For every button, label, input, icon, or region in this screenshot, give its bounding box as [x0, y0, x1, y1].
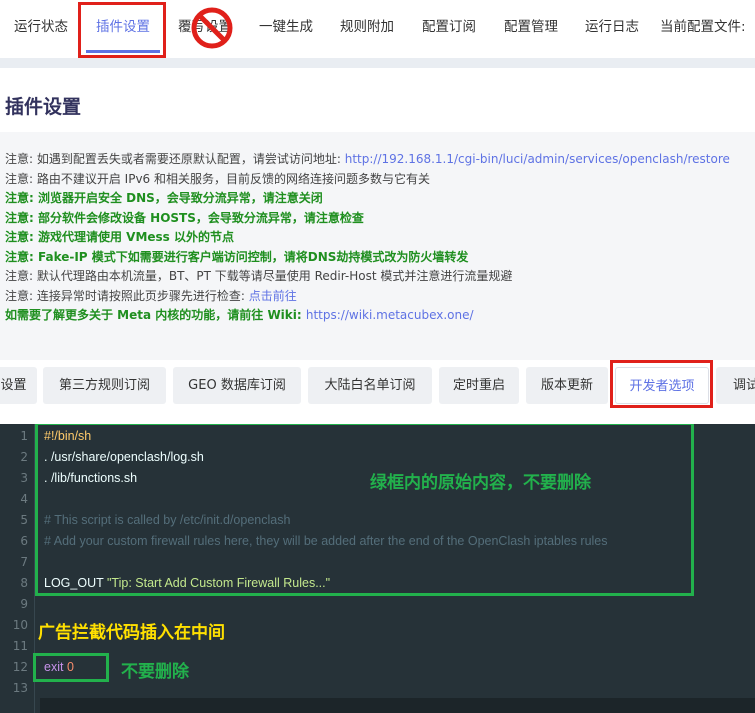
line-number: 7 [20, 555, 28, 569]
code-editor[interactable]: 1 2 3 4 5 6 7 8 9 10 11 12 13 #!/bin/sh … [0, 424, 755, 713]
tab-config-management[interactable]: 配置管理 [504, 0, 558, 54]
subtab-debug[interactable]: 调试 [716, 367, 755, 404]
tab-running-status[interactable]: 运行状态 [14, 0, 68, 54]
notice-item: 如需要了解更多关于 Meta 内核的功能，请前往 Wiki: https://w… [5, 308, 474, 322]
notice-item: 注意: 浏览器开启安全 DNS，会导致分流异常，请注意关闭 [5, 191, 323, 205]
notice-item: 注意: 游戏代理请使用 VMess 以外的节点 [5, 230, 234, 244]
red-highlight-developer-options [610, 360, 713, 408]
notice-item: 注意: Fake-IP 模式下如需要进行客户端访问控制，请将DNS劫持模式改为防… [5, 249, 469, 264]
red-highlight-plugin-settings [78, 2, 166, 58]
notice-list: 注意: 如遇到配置丢失或者需要还原默认配置，请尝试访问地址: http://19… [5, 150, 753, 326]
line-number: 4 [20, 492, 28, 506]
line-number: 10 [12, 618, 28, 632]
subtab-scheduled-restart[interactable]: 定时重启 [439, 367, 519, 404]
tab-one-click-generate[interactable]: 一键生成 [259, 0, 313, 54]
tab-current-config-file[interactable]: 当前配置文件: [660, 0, 746, 54]
subtab-settings[interactable]: 设置 [0, 367, 37, 404]
line-number: 12 [12, 660, 28, 674]
prohibited-icon [191, 7, 233, 49]
notice-item: 注意: 路由不建议开启 IPv6 和相关服务，目前反馈的网络连接问题多数与它有关 [5, 171, 431, 186]
green-highlight-original-content [35, 424, 694, 596]
tab-rule-append[interactable]: 规则附加 [340, 0, 394, 54]
annotation-insert-position: 广告拦截代码插入在中间 [38, 623, 225, 643]
subtab-version-update[interactable]: 版本更新 [526, 367, 608, 404]
wiki-link[interactable]: https://wiki.metacubex.one/ [306, 308, 474, 322]
page-title: 插件设置 [5, 96, 82, 118]
tab-config-subscription[interactable]: 配置订阅 [422, 0, 476, 54]
subtab-geo-database[interactable]: GEO 数据库订阅 [173, 367, 301, 404]
annotation-do-not-delete: 不要删除 [121, 662, 189, 682]
tab-run-log[interactable]: 运行日志 [585, 0, 639, 54]
restore-link[interactable]: http://192.168.1.1/cgi-bin/luci/admin/se… [345, 152, 730, 166]
notice-item: 注意: 默认代理路由本机流量，BT、PT 下载等请尽量使用 Redir-Host… [5, 269, 513, 283]
line-number: 8 [20, 576, 28, 590]
annotation-keep-original: 绿框内的原始内容，不要删除 [370, 473, 591, 493]
line-number: 2 [20, 450, 28, 464]
line-number: 1 [20, 429, 28, 443]
subtab-china-whitelist[interactable]: 大陆白名单订阅 [308, 367, 432, 404]
notice-item: 注意: 如遇到配置丢失或者需要还原默认配置，请尝试访问地址: http://19… [5, 152, 730, 166]
notice-item: 注意: 连接异常时请按照此页步骤先进行检查: 点击前往 [5, 288, 297, 303]
active-line-highlight [40, 698, 755, 713]
line-number: 3 [20, 471, 28, 485]
green-highlight-exit-line [33, 653, 109, 682]
subtab-third-party-rules[interactable]: 第三方规则订阅 [43, 367, 166, 404]
check-steps-link[interactable]: 点击前往 [249, 289, 297, 303]
header-separator [0, 58, 755, 68]
line-number: 5 [20, 513, 28, 527]
line-number: 6 [20, 534, 28, 548]
line-number: 11 [12, 639, 28, 653]
line-number: 9 [20, 597, 28, 611]
line-number: 13 [12, 681, 28, 695]
notice-item: 注意: 部分软件会修改设备 HOSTS，会导致分流异常，请注意检查 [5, 210, 364, 225]
